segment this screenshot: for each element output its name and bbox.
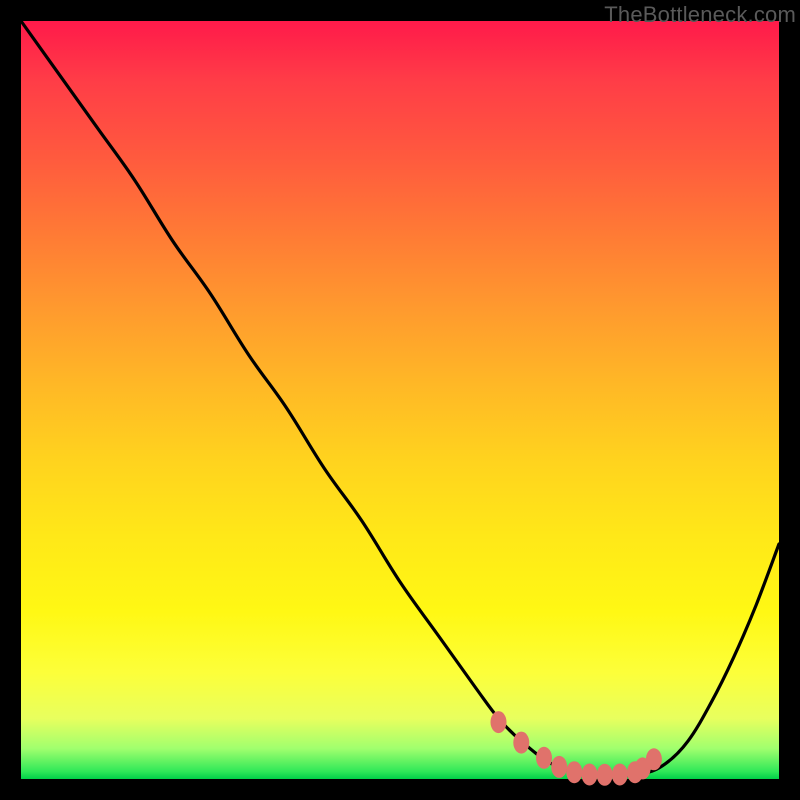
chart-frame xyxy=(21,21,779,779)
highlight-dot xyxy=(566,761,582,783)
highlight-dot xyxy=(513,732,529,754)
watermark-text: TheBottleneck.com xyxy=(604,2,796,28)
chart-svg xyxy=(21,21,779,779)
highlight-dot xyxy=(536,747,552,769)
highlight-dot xyxy=(612,764,628,786)
highlight-dot xyxy=(597,764,613,786)
highlight-dots xyxy=(491,711,662,786)
highlight-dot xyxy=(582,764,598,786)
highlight-dot xyxy=(491,711,507,733)
highlight-dot xyxy=(646,748,662,770)
plot-area xyxy=(21,21,779,779)
highlight-dot xyxy=(551,756,567,778)
bottleneck-curve xyxy=(21,21,779,775)
